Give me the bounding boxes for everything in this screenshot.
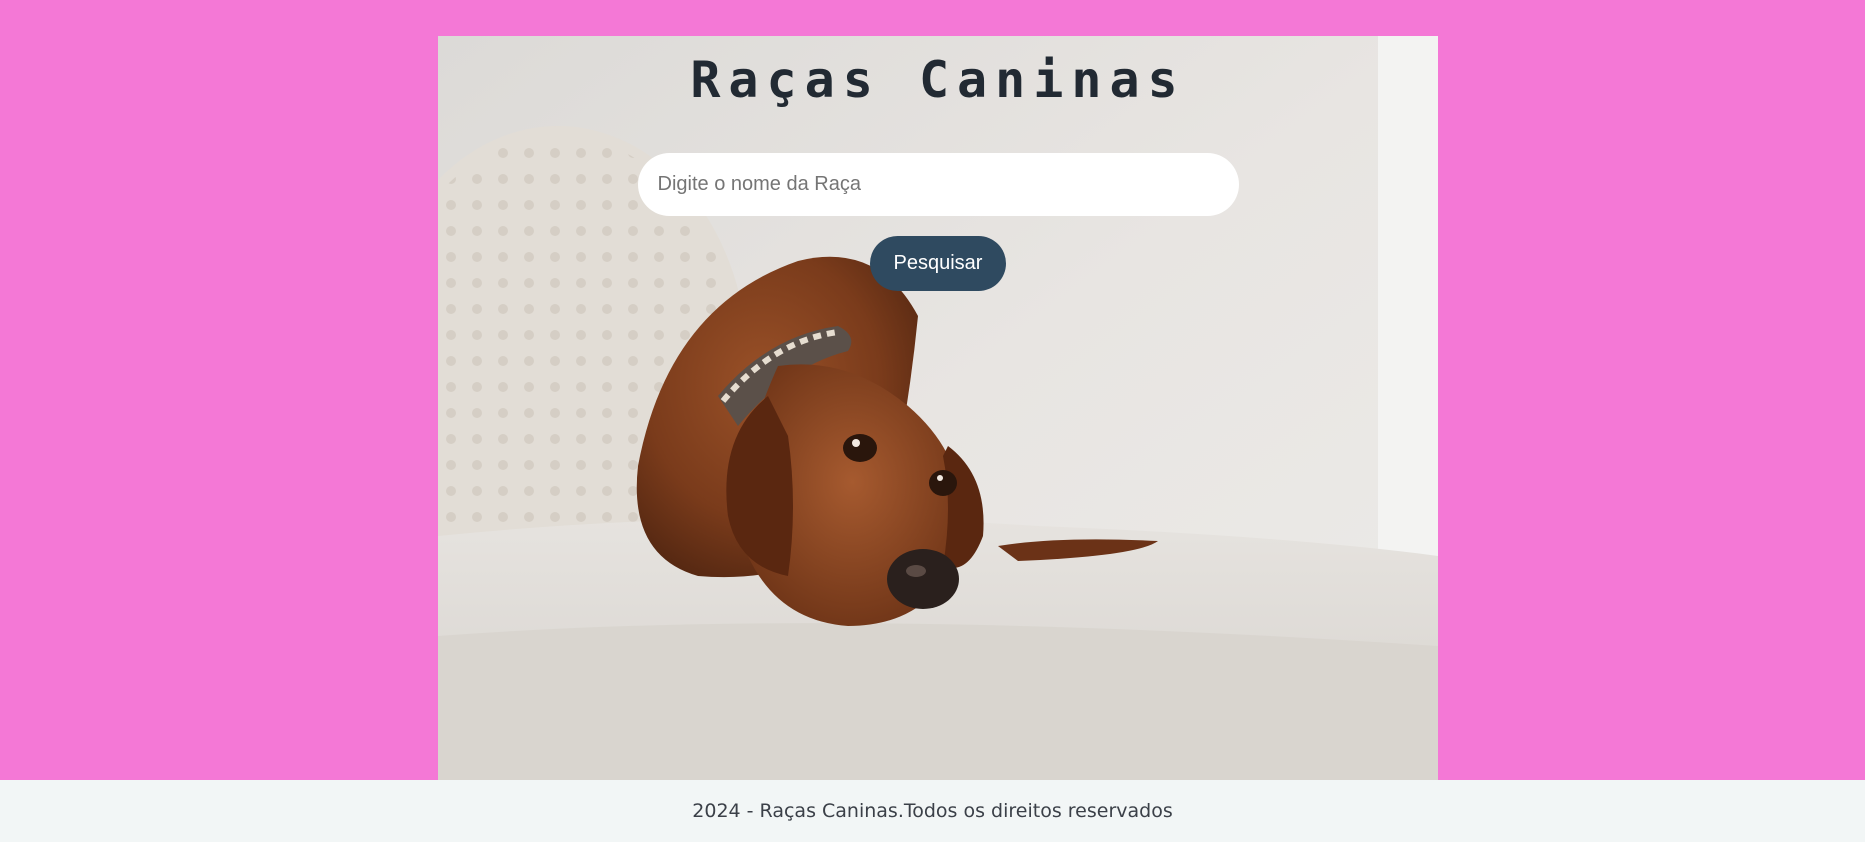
footer-copyright: 2024 - Raças Caninas.Todos os direitos r… <box>692 800 1173 822</box>
hero-panel: Raças Caninas Pesquisar <box>438 36 1438 780</box>
footer: 2024 - Raças Caninas.Todos os direitos r… <box>0 780 1865 842</box>
search-area: Raças Caninas Pesquisar <box>438 36 1438 291</box>
page: Raças Caninas Pesquisar 2024 - Raças Can… <box>0 0 1865 842</box>
search-input[interactable] <box>637 153 1239 216</box>
page-title: Raças Caninas <box>690 51 1186 109</box>
search-button[interactable]: Pesquisar <box>870 236 1006 291</box>
